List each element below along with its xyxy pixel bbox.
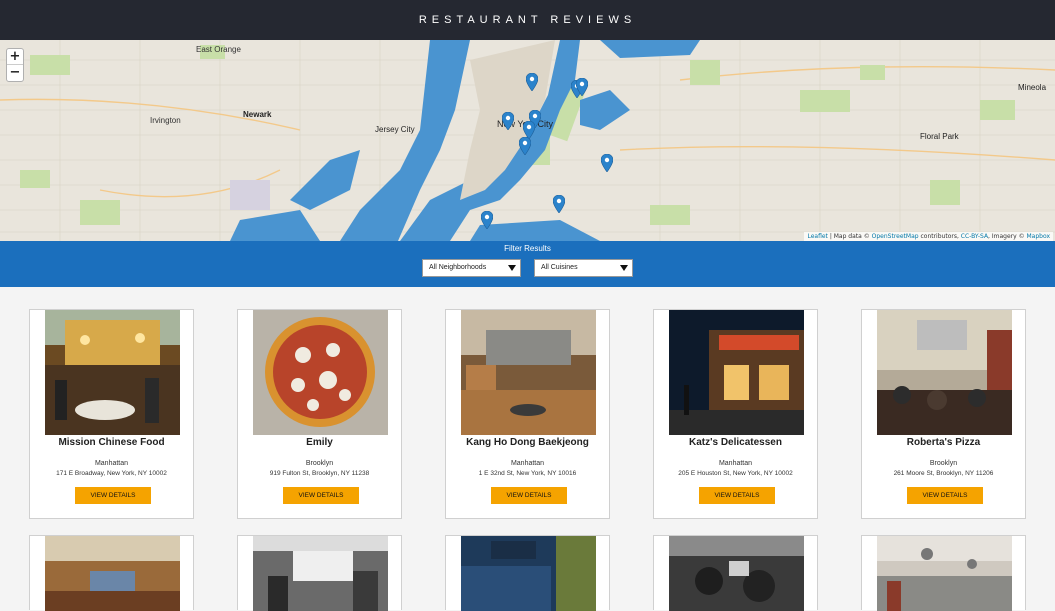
chevron-down-icon (508, 265, 516, 271)
map-marker-icon[interactable] (502, 112, 514, 130)
map-label-floral-park: Floral Park (920, 132, 959, 141)
restaurant-photo (461, 536, 596, 611)
view-details-button[interactable]: VIEW DETAILS (75, 487, 151, 504)
view-details-button[interactable]: VIEW DETAILS (907, 487, 983, 504)
map-label-mineola: Mineola (1018, 83, 1047, 92)
restaurant-photo (461, 310, 596, 435)
restaurant-address: 261 Moore St, Brooklyn, NY 11206 (893, 470, 994, 477)
chevron-down-icon (620, 265, 628, 271)
attribution-text: contributors, (918, 233, 961, 240)
map-label-newark: Newark (243, 110, 272, 119)
map-marker-icon[interactable] (601, 154, 613, 172)
restaurant-card (445, 535, 610, 611)
cuisine-select-value: All Cuisines (541, 264, 578, 271)
restaurant-photo (669, 310, 804, 435)
restaurant-name: Emily (306, 437, 333, 448)
restaurant-map[interactable]: East Orange Newark Irvington Jersey City… (0, 40, 1055, 241)
restaurant-card: Mission Chinese Food Manhattan 171 E Bro… (29, 309, 194, 519)
restaurant-address: 1 E 32nd St, New York, NY 10016 (478, 470, 577, 477)
restaurant-name: Kang Ho Dong Baekjeong (466, 437, 589, 448)
restaurant-card: Kang Ho Dong Baekjeong Manhattan 1 E 32n… (445, 309, 610, 519)
attribution-text: | Map data © (827, 233, 872, 240)
restaurant-neighborhood: Brooklyn (305, 460, 334, 467)
restaurant-address: 171 E Broadway, New York, NY 10002 (56, 470, 167, 477)
restaurant-name: Mission Chinese Food (58, 437, 165, 448)
map-marker-icon[interactable] (526, 73, 538, 91)
restaurant-card: Katz's Delicatessen Manhattan 205 E Hous… (653, 309, 818, 519)
filter-bar: Filter Results All Neighborhoods All Cui… (0, 241, 1055, 287)
restaurant-neighborhood: Manhattan (718, 460, 753, 467)
osm-link[interactable]: OpenStreetMap (872, 233, 919, 240)
map-label-irvington: Irvington (150, 116, 181, 125)
restaurant-name: Roberta's Pizza (906, 437, 981, 448)
restaurant-neighborhood: Manhattan (510, 460, 545, 467)
restaurant-card (861, 535, 1026, 611)
site-title: RESTAURANT REVIEWS (418, 14, 637, 26)
restaurant-card (29, 535, 194, 611)
cuisine-select[interactable]: All Cuisines (534, 259, 633, 277)
map-marker-icon[interactable] (481, 211, 493, 229)
restaurant-card (237, 535, 402, 611)
restaurant-photo (877, 536, 1012, 611)
filter-title: Filter Results (504, 244, 551, 253)
restaurant-photo (669, 536, 804, 611)
restaurant-neighborhood: Brooklyn (929, 460, 958, 467)
restaurant-card (653, 535, 818, 611)
map-marker-icon[interactable] (519, 137, 531, 155)
license-link[interactable]: CC-BY-SA (961, 233, 988, 240)
restaurant-neighborhood: Manhattan (94, 460, 129, 467)
restaurant-address: 919 Fulton St, Brooklyn, NY 11238 (269, 470, 370, 477)
map-marker-icon[interactable] (576, 78, 588, 96)
zoom-control: + − (6, 48, 24, 82)
map-attribution: Leaflet | Map data © OpenStreetMap contr… (804, 232, 1053, 241)
map-label-jersey-city: Jersey City (375, 125, 415, 134)
map-label-east-orange: East Orange (196, 45, 241, 54)
leaflet-link[interactable]: Leaflet (807, 233, 827, 240)
restaurant-name: Katz's Delicatessen (689, 437, 782, 448)
view-details-button[interactable]: VIEW DETAILS (283, 487, 359, 504)
restaurant-address: 205 E Houston St, New York, NY 10002 (678, 470, 793, 477)
restaurant-photo (45, 536, 180, 611)
restaurant-photo (253, 310, 388, 435)
site-header: RESTAURANT REVIEWS (0, 0, 1055, 40)
zoom-out-button[interactable]: − (7, 65, 23, 81)
map-marker-icon[interactable] (553, 195, 565, 213)
restaurant-card: Roberta's Pizza Brooklyn 261 Moore St, B… (861, 309, 1026, 519)
restaurant-photo (45, 310, 180, 435)
restaurant-photo (253, 536, 388, 611)
neighborhood-select-value: All Neighborhoods (429, 264, 487, 271)
zoom-in-button[interactable]: + (7, 49, 23, 65)
mapbox-link[interactable]: Mapbox (1026, 233, 1050, 240)
view-details-button[interactable]: VIEW DETAILS (699, 487, 775, 504)
neighborhood-select[interactable]: All Neighborhoods (422, 259, 521, 277)
attribution-text: , Imagery © (988, 233, 1027, 240)
restaurant-card: Emily Brooklyn 919 Fulton St, Brooklyn, … (237, 309, 402, 519)
view-details-button[interactable]: VIEW DETAILS (491, 487, 567, 504)
restaurant-photo (877, 310, 1012, 435)
